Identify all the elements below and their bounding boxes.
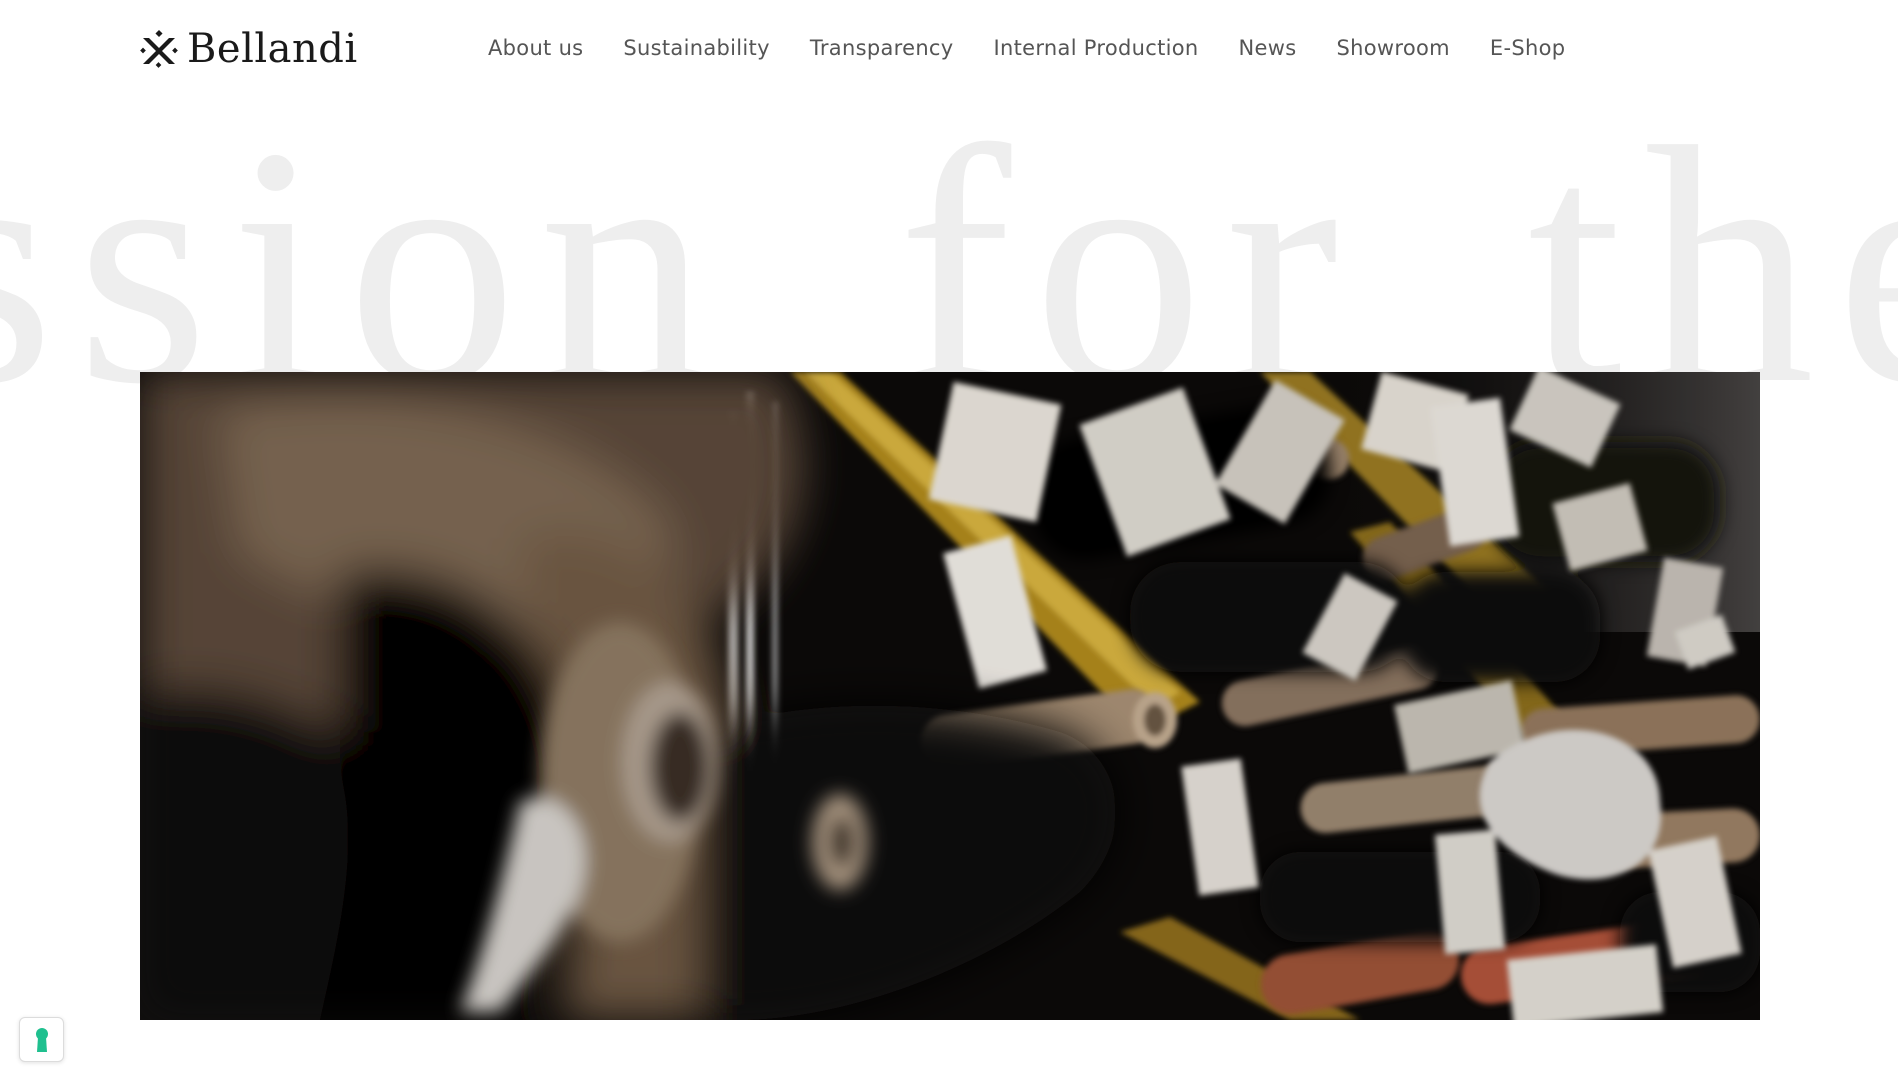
nav-item-transparency[interactable]: Transparency <box>810 30 954 66</box>
nav-item-about-us[interactable]: About us <box>488 30 583 66</box>
nav-item-sustainability[interactable]: Sustainability <box>623 30 769 66</box>
privacy-settings-button[interactable] <box>19 1017 64 1062</box>
page: ssion for the Bellandi About us Sustaina… <box>0 0 1898 1080</box>
nav-item-internal-production[interactable]: Internal Production <box>994 30 1199 66</box>
nav-item-e-shop[interactable]: E-Shop <box>1490 30 1565 66</box>
hero-video[interactable] <box>140 372 1760 1020</box>
hero-video-frame <box>140 372 1760 1020</box>
main-navigation: About us Sustainability Transparency Int… <box>488 30 1605 66</box>
nav-item-showroom[interactable]: Showroom <box>1337 30 1450 66</box>
keyhole-icon <box>35 1027 48 1052</box>
bellandi-logo-icon <box>140 29 178 68</box>
brand-logo-link[interactable]: Bellandi <box>139 24 358 74</box>
brand-name: Bellandi <box>187 26 358 72</box>
nav-item-news[interactable]: News <box>1239 30 1297 66</box>
